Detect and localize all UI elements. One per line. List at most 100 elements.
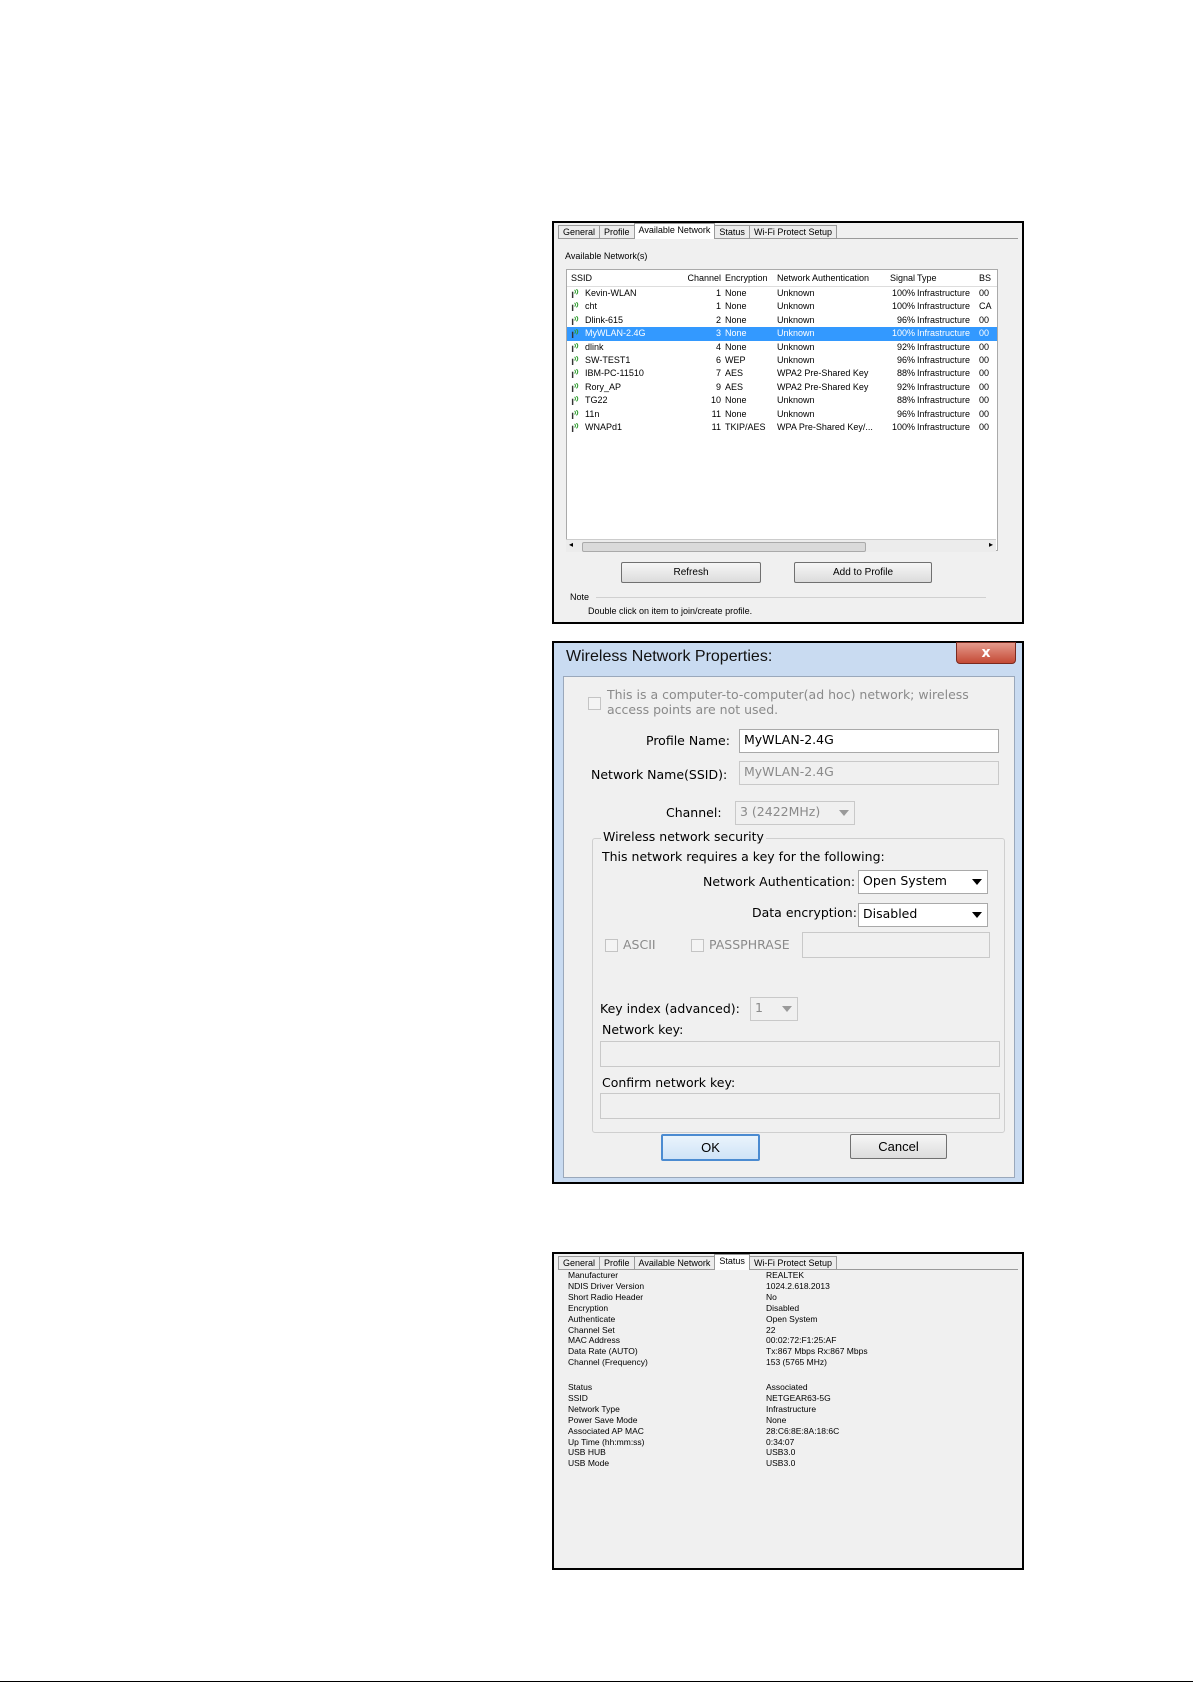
network-row[interactable]: TG22 10 None Unknown 88% Infrastructure 00 [567, 394, 997, 407]
status-label: Channel Set [568, 1324, 615, 1335]
cell-channel: 3 [715, 328, 721, 339]
cell-ssid: cht [585, 301, 598, 312]
tab-available-network[interactable]: Available Network [633, 1256, 716, 1270]
cell-encryption: None [725, 314, 747, 325]
cell-ssid: Dlink-615 [585, 314, 624, 325]
status-value: 1024.2.618.2013 [766, 1280, 830, 1291]
network-row[interactable]: Rory_AP 9 AES WPA2 Pre-Shared Key 92% Infrast… [567, 381, 997, 394]
column-encryption[interactable]: Encryption [725, 270, 768, 286]
network-row[interactable]: IBM-PC-11510 7 AES WPA2 Pre-Shared Key 88% In… [567, 367, 997, 380]
confirm-network-key-label: Confirm network key: [602, 1075, 736, 1090]
status-label: Short Radio Header [568, 1291, 644, 1302]
cell-auth: Unknown [777, 328, 815, 339]
cell-auth: WPA Pre-Shared Key/... [777, 421, 873, 432]
network-row[interactable]: Dlink-615 2 None Unknown 96% Infrastructure 00 [567, 314, 997, 327]
horizontal-scrollbar[interactable]: ◂ ▸ [566, 539, 996, 552]
cell-signal: 92% [896, 381, 915, 392]
network-name-ssid-input: MyWLAN-2.4G [739, 761, 999, 785]
network-row[interactable]: 11n 11 None Unknown 96% Infrastructure 00 [567, 408, 997, 421]
network-row[interactable]: dlink 4 None Unknown 92% Infrastructure 00 [567, 341, 997, 354]
cell-ssid: SW-TEST1 [585, 354, 631, 365]
cell-signal: 88% [896, 395, 915, 406]
cancel-button[interactable]: Cancel [850, 1134, 947, 1159]
ok-button[interactable]: OK [661, 1134, 760, 1161]
tab-general[interactable]: General [558, 1256, 601, 1270]
cell-ssid: dlink [585, 341, 604, 352]
cell-type: Infrastructure [917, 421, 971, 432]
network-list-header: SSID Channel Encryption Network Authenti… [567, 270, 997, 287]
cell-channel: 11 [711, 408, 721, 419]
tab-wifi-protect-setup[interactable]: Wi-Fi Protect Setup [748, 225, 837, 239]
tab-status[interactable]: Status [714, 225, 750, 239]
add-to-profile-button[interactable]: Add to Profile [794, 562, 932, 583]
tab-status[interactable]: Status [714, 1254, 750, 1270]
column-ssid[interactable]: SSID [571, 270, 592, 286]
profile-name-input[interactable]: MyWLAN-2.4G [739, 729, 999, 753]
network-row[interactable]: cht 1 None Unknown 100% Infrastructure CA [567, 300, 997, 313]
network-list[interactable]: SSID Channel Encryption Network Authenti… [566, 269, 998, 551]
cell-bssid: 00 [979, 354, 990, 365]
cell-type: Infrastructure [917, 314, 971, 325]
column-channel[interactable]: Channel [671, 270, 721, 286]
cell-encryption: None [725, 301, 747, 312]
cell-type: Infrastructure [917, 395, 971, 406]
cell-auth: Unknown [777, 301, 815, 312]
column-network-authentication[interactable]: Network Authentication [777, 270, 869, 286]
status-value: REALTEK [766, 1270, 805, 1280]
adhoc-checkbox[interactable] [588, 697, 601, 710]
tab-available-network[interactable]: Available Network [633, 223, 716, 239]
network-row[interactable]: MyWLAN-2.4G 3 None Unknown 100% Infrastructur… [567, 327, 997, 341]
cell-encryption: AES [725, 368, 744, 379]
cell-signal: 100% [891, 301, 915, 312]
chevron-down-icon [782, 1006, 792, 1012]
dialog-title: Wireless Network Properties: [566, 648, 773, 665]
status-value: Infrastructure [766, 1403, 817, 1414]
cell-bssid: 00 [979, 368, 990, 379]
status-value: 28:C6:8E:8A:18:6C [766, 1425, 840, 1436]
data-encryption-select[interactable]: Disabled [858, 903, 988, 927]
scroll-left-icon[interactable]: ◂ [569, 540, 573, 549]
available-network-panel: General Profile Available Network Status… [552, 221, 1024, 624]
network-authentication-select[interactable]: Open System [858, 870, 988, 894]
passphrase-checkbox[interactable] [691, 939, 704, 952]
network-row[interactable]: SW-TEST1 6 WEP Unknown 96% Infrastructure 00 [567, 354, 997, 367]
footer-divider [0, 1681, 1193, 1682]
status-label: NDIS Driver Version [568, 1280, 645, 1291]
channel-value: 3 (2422MHz) [740, 804, 821, 819]
refresh-button[interactable]: Refresh [621, 562, 761, 583]
network-row[interactable]: WNAPd1 11 TKIP/AES WPA Pre-Shared Key/... 10… [567, 421, 997, 434]
tab-general[interactable]: General [558, 225, 601, 239]
status-label: Channel (Frequency) [568, 1357, 648, 1368]
network-row[interactable]: Kevin-WLAN 1 None Unknown 100% Infrastructure… [567, 287, 997, 300]
column-bssid[interactable]: BS [979, 270, 991, 286]
cell-bssid: 00 [979, 328, 990, 339]
tab-wifi-protect-setup[interactable]: Wi-Fi Protect Setup [748, 1256, 837, 1270]
status-value: 00:02:72:F1:25:AF [766, 1335, 837, 1346]
dialog-body: This is a computer-to-computer(ad hoc) n… [563, 676, 1015, 1178]
scrollbar-thumb[interactable] [582, 542, 866, 552]
status-value: USB3.0 [766, 1458, 796, 1469]
cell-channel: 4 [715, 341, 721, 352]
cell-bssid: 00 [979, 421, 990, 432]
tab-profile[interactable]: Profile [599, 1256, 635, 1270]
status-value: Tx:867 Mbps Rx:867 Mbps [766, 1346, 868, 1357]
status-label: MAC Address [568, 1335, 620, 1346]
column-type[interactable]: Type [917, 270, 937, 286]
wifi-signal-icon [571, 329, 579, 339]
column-signal[interactable]: Signal [875, 270, 915, 286]
wifi-signal-icon [571, 302, 579, 312]
cell-auth: Unknown [777, 288, 815, 298]
adhoc-text-line1: This is a computer-to-computer(ad hoc) n… [607, 687, 969, 702]
cell-channel: 2 [715, 314, 721, 325]
key-index-select: 1 [750, 997, 798, 1021]
cell-type: Infrastructure [917, 288, 971, 298]
scroll-right-icon[interactable]: ▸ [989, 540, 993, 549]
tab-profile[interactable]: Profile [599, 225, 635, 239]
cell-bssid: 00 [979, 408, 990, 419]
cell-encryption: None [725, 341, 747, 352]
ascii-checkbox[interactable] [605, 939, 618, 952]
cell-type: Infrastructure [917, 341, 971, 352]
cell-type: Infrastructure [917, 408, 971, 419]
wifi-signal-icon [571, 396, 579, 406]
close-button[interactable]: x [956, 642, 1016, 664]
